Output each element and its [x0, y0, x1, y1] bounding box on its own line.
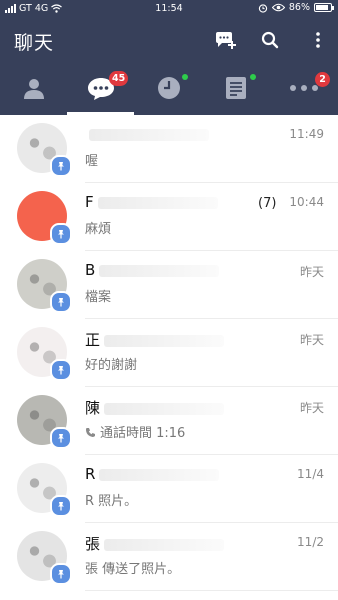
message-preview: 通話時間 1:16 — [85, 422, 185, 441]
chat-name: R — [85, 465, 220, 483]
message-preview: 麻煩 — [85, 222, 112, 237]
pin-icon — [50, 291, 72, 313]
eye-icon — [271, 3, 285, 12]
clock-icon — [157, 77, 180, 99]
chat-row[interactable]: B 檔案 昨天 — [0, 251, 338, 319]
chat-name: 正 — [85, 329, 225, 350]
chat-row[interactable]: R R 照片。 11/4 — [0, 455, 338, 523]
tab-news[interactable] — [202, 61, 269, 115]
phone-icon — [85, 426, 100, 441]
chat-name: 陳 — [85, 397, 225, 418]
add-chat-icon — [216, 32, 236, 49]
overflow-menu-button[interactable] — [307, 29, 329, 51]
chat-name — [85, 125, 209, 143]
member-count: (7) — [258, 196, 277, 211]
pin-icon — [50, 359, 72, 381]
chat-time: 11:49 — [289, 127, 324, 141]
chat-time: 昨天 — [299, 401, 324, 415]
note-icon — [225, 77, 246, 99]
page-title: 聊天 — [14, 32, 55, 54]
tab-bar: 45 2 — [0, 61, 338, 115]
status-right: 86% — [258, 2, 334, 13]
chats-unread-badge: 45 — [109, 71, 129, 86]
message-preview: 好的謝謝 — [85, 358, 138, 373]
chat-name: B — [85, 261, 220, 279]
new-chat-button[interactable] — [214, 29, 236, 51]
timeline-new-dot — [182, 74, 188, 80]
chat-time: 昨天 — [299, 265, 324, 279]
news-new-dot — [250, 74, 256, 80]
person-icon — [23, 79, 44, 99]
message-preview: 喔 — [85, 154, 99, 169]
more-badge: 2 — [315, 72, 330, 87]
status-bar: GT 4G 11:54 86% — [0, 0, 338, 18]
chat-row[interactable]: 張 張 傳送了照片。 11/2 — [0, 523, 338, 591]
message-preview: 張 傳送了照片。 — [85, 562, 181, 577]
chat-row[interactable]: 陳 通話時間 1:16 昨天 — [0, 387, 338, 455]
search-icon — [261, 31, 279, 49]
pin-icon — [50, 427, 72, 449]
app-header: 聊天 — [0, 18, 338, 61]
chat-time: 昨天 — [299, 333, 324, 347]
alarm-icon — [258, 3, 268, 13]
message-preview: R 照片。 — [85, 494, 138, 509]
chat-row[interactable]: F (7) 麻煩 10:44 — [0, 183, 338, 251]
pin-icon — [50, 155, 72, 177]
chat-row[interactable]: 喔 11:49 — [0, 115, 338, 183]
search-button[interactable] — [259, 29, 281, 51]
chat-list: 喔 11:49 F (7) 麻煩 10:44 B 檔案 昨天 正 好的謝謝 昨天… — [0, 115, 338, 600]
pin-icon — [50, 495, 72, 517]
row-divider — [85, 590, 338, 591]
tab-more[interactable]: 2 — [270, 61, 337, 115]
more-vertical-icon — [316, 32, 320, 48]
pin-icon — [50, 223, 72, 245]
tab-timeline[interactable] — [135, 61, 202, 115]
battery-percent: 86% — [288, 2, 310, 13]
message-preview: 檔案 — [85, 290, 112, 305]
tab-chats[interactable]: 45 — [67, 61, 134, 115]
chat-time: 11/2 — [297, 535, 324, 549]
tab-friends[interactable] — [0, 61, 67, 115]
battery-icon — [314, 3, 334, 12]
chat-name: 張 — [85, 533, 225, 554]
more-icon — [289, 85, 318, 91]
chat-name: F — [85, 193, 218, 211]
chat-time: 10:44 — [289, 195, 324, 209]
pin-icon — [50, 563, 72, 585]
chat-row[interactable]: 正 好的謝謝 昨天 — [0, 319, 338, 387]
chat-time: 11/4 — [297, 467, 324, 481]
